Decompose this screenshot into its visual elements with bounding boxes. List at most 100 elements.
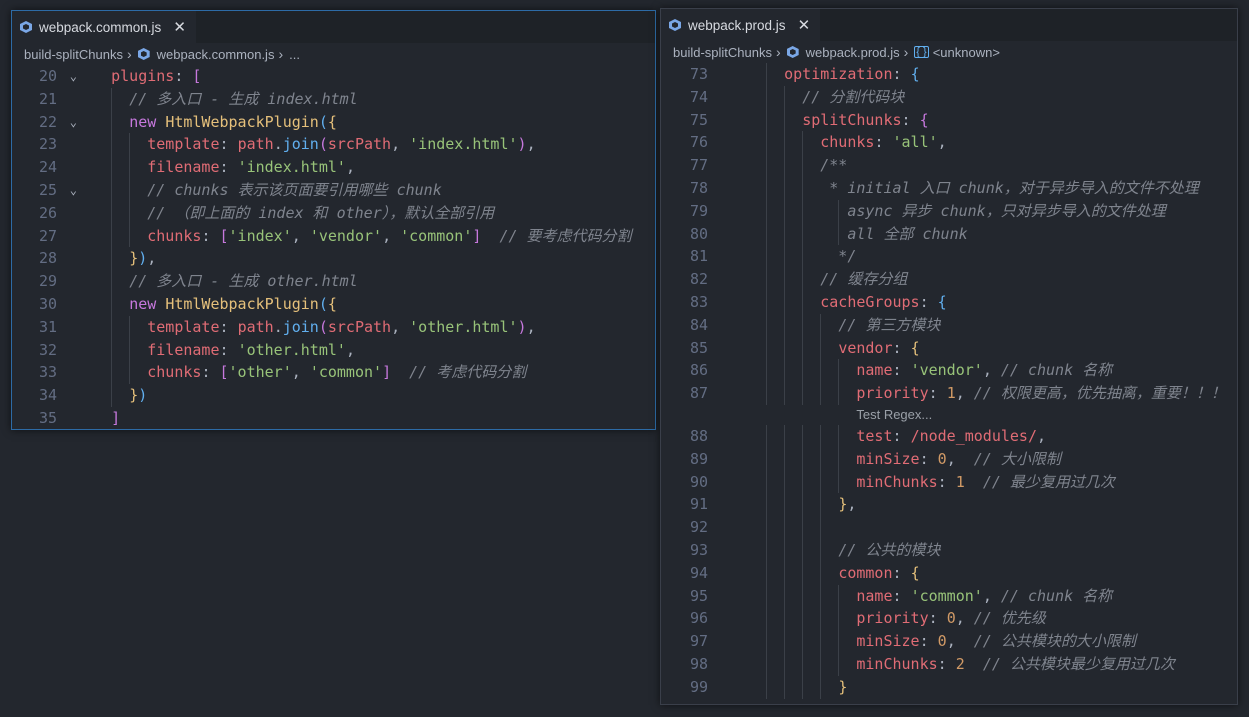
code-line[interactable]: 79 async 异步 chunk，只对异步导入的文件处理 xyxy=(661,199,1237,223)
code-line[interactable]: 25 ⌄ // chunks 表示该页面要引用哪些 chunk xyxy=(12,178,655,202)
indent-guide xyxy=(129,338,131,362)
code-token: : xyxy=(892,338,911,357)
code-line[interactable]: 81 */ xyxy=(661,245,1237,269)
code-line[interactable]: 23 template: path.join(srcPath, 'index.h… xyxy=(12,133,655,157)
code-line[interactable]: 84 // 第三方模块 xyxy=(661,313,1237,337)
tab-webpack-prod[interactable]: webpack.prod.js ✕ xyxy=(661,9,821,41)
indent-guide xyxy=(802,176,804,200)
indent-guide xyxy=(766,493,768,517)
code-line[interactable]: 20 ⌄ plugins: [ xyxy=(12,65,655,88)
indent-guide xyxy=(820,424,822,448)
code-line[interactable]: 93 // 公共的模块 xyxy=(661,538,1237,562)
code-line[interactable]: 73 optimization: { xyxy=(661,63,1237,86)
code-line[interactable]: 96 priority: 0, // 优先级 xyxy=(661,607,1237,631)
code-token: : xyxy=(219,340,238,359)
code-token: 'other.html' xyxy=(237,340,346,359)
chevron-right-icon: › xyxy=(776,44,781,60)
code-token: srcPath xyxy=(327,135,392,154)
code-line[interactable]: 76 chunks: 'all', xyxy=(661,131,1237,155)
indent-guide xyxy=(766,516,768,539)
code-line[interactable]: 34 }) xyxy=(12,384,655,407)
code-line[interactable]: 74 // 分割代码块 xyxy=(661,85,1237,109)
code-token: // 分割代码块 xyxy=(802,87,905,106)
code-line[interactable]: 33 chunks: ['other', 'common'] // 考虑代码分割 xyxy=(12,361,655,385)
code-line[interactable]: 85 vendor: { xyxy=(661,336,1237,360)
code-token: // 公共的模块 xyxy=(838,540,941,559)
code-text: chunks: ['other', 'common'] // 考虑代码分割 xyxy=(75,361,526,385)
code-editor[interactable]: 73 optimization: {74 // 分割代码块 75 splitChu… xyxy=(661,63,1237,699)
code-line[interactable]: 77 /** xyxy=(661,154,1237,177)
code-editor[interactable]: 20 ⌄ plugins: [21 // 多入口 - 生成 index.html 2… xyxy=(12,65,655,429)
file-js-icon xyxy=(20,21,32,33)
indent-guide xyxy=(784,630,786,653)
code-line[interactable]: 97 minSize: 0, // 公共模块的大小限制 xyxy=(661,630,1237,653)
code-line[interactable]: 26 // （即上面的 index 和 other），默认全部引用 xyxy=(12,201,655,225)
code-line[interactable]: 80 all 全部 chunk xyxy=(661,222,1237,246)
indent-guide xyxy=(838,652,840,676)
code-text: async 异步 chunk，只对异步导入的文件处理 xyxy=(748,199,1166,223)
code-line[interactable]: 88 test: /node_modules/, xyxy=(661,424,1237,448)
indent-guide xyxy=(111,201,113,225)
indent-guide xyxy=(784,199,786,223)
code-line[interactable]: 98 minChunks: 2 // 公共模块最少复用过几次 xyxy=(661,652,1237,676)
breadcrumb-folder[interactable]: build-splitChunks xyxy=(673,45,772,60)
breadcrumb-symbol[interactable]: ... xyxy=(289,47,300,62)
code-line[interactable]: 22 ⌄ new HtmlWebpackPlugin({ xyxy=(12,110,655,134)
indent-guide xyxy=(802,199,804,223)
close-icon[interactable]: ✕ xyxy=(173,18,186,36)
code-line[interactable]: 35 ] xyxy=(12,407,655,429)
code-text: vendor: { xyxy=(748,336,920,360)
indent-guide xyxy=(838,584,840,608)
code-line[interactable]: 99 } xyxy=(661,675,1237,699)
code-line[interactable]: 89 minSize: 0, // 大小限制 xyxy=(661,447,1237,471)
indent-guide xyxy=(784,154,786,177)
indent-guide xyxy=(802,561,804,585)
breadcrumb-symbol[interactable]: <unknown> xyxy=(933,45,1000,60)
code-line[interactable]: 94 common: { xyxy=(661,561,1237,585)
code-line[interactable]: 28 }), xyxy=(12,247,655,271)
indent-guide xyxy=(129,178,131,202)
line-number: 74 xyxy=(689,87,708,106)
code-line[interactable]: 90 minChunks: 1 // 最少复用过几次 xyxy=(661,470,1237,494)
code-line[interactable]: 87 priority: 1, // 权限更高，优先抽离，重要！！！ xyxy=(661,382,1237,405)
code-line[interactable]: 82 // 缓存分组 xyxy=(661,268,1237,291)
code-text: template: path.join(srcPath, 'index.html… xyxy=(75,133,536,157)
line-number: 78 xyxy=(689,178,708,197)
line-number: 32 xyxy=(38,340,57,359)
code-token: join xyxy=(282,317,319,336)
tab-webpack-common[interactable]: webpack.common.js ✕ xyxy=(12,11,196,43)
code-token: // 第三方模块 xyxy=(838,315,941,334)
indent-guide xyxy=(802,313,804,337)
code-text: filename: 'other.html', xyxy=(75,338,355,362)
code-token: 1 xyxy=(946,384,956,403)
indent-guide xyxy=(111,270,113,293)
code-line[interactable]: 21 // 多入口 - 生成 index.html xyxy=(12,87,655,111)
code-line[interactable]: 75 splitChunks: { xyxy=(661,108,1237,132)
code-line[interactable]: 92 xyxy=(661,516,1237,539)
code-line[interactable]: 95 name: 'common', // chunk 名称 xyxy=(661,584,1237,608)
breadcrumb-file[interactable]: webpack.prod.js xyxy=(806,45,900,60)
code-line[interactable]: 31 template: path.join(srcPath, 'other.h… xyxy=(12,315,655,339)
code-line[interactable]: 78 * initial 入口 chunk，对于异步导入的文件不处理 xyxy=(661,176,1237,200)
code-line[interactable]: 32 filename: 'other.html', xyxy=(12,338,655,362)
codelens-test-regex[interactable]: Test Regex... xyxy=(856,405,932,425)
code-line[interactable]: 91 }, xyxy=(661,493,1237,517)
code-line[interactable]: 86 name: 'vendor', // chunk 名称 xyxy=(661,359,1237,383)
tab-label: webpack.prod.js xyxy=(688,17,786,33)
code-token: : xyxy=(937,472,956,491)
indent-guide xyxy=(802,652,804,676)
code-line[interactable]: 30 new HtmlWebpackPlugin({ xyxy=(12,292,655,316)
breadcrumb-folder[interactable]: build-splitChunks xyxy=(24,47,123,62)
indent-guide xyxy=(111,247,113,271)
tab-bar: webpack.prod.js ✕ xyxy=(661,9,1237,41)
code-line[interactable]: 27 chunks: ['index', 'vendor', 'common']… xyxy=(12,224,655,248)
breadcrumb-file[interactable]: webpack.common.js xyxy=(157,47,275,62)
code-token: 0 xyxy=(937,632,947,651)
code-token: , xyxy=(955,384,974,403)
code-token: * initial 入口 chunk，对于异步导入的文件不处理 xyxy=(820,178,1199,197)
code-line[interactable]: 29 // 多入口 - 生成 other.html xyxy=(12,270,655,293)
indent-guide xyxy=(784,382,786,405)
code-line[interactable]: 24 filename: 'index.html', xyxy=(12,156,655,179)
close-icon[interactable]: ✕ xyxy=(798,16,811,34)
code-line[interactable]: 83 cacheGroups: { xyxy=(661,290,1237,314)
